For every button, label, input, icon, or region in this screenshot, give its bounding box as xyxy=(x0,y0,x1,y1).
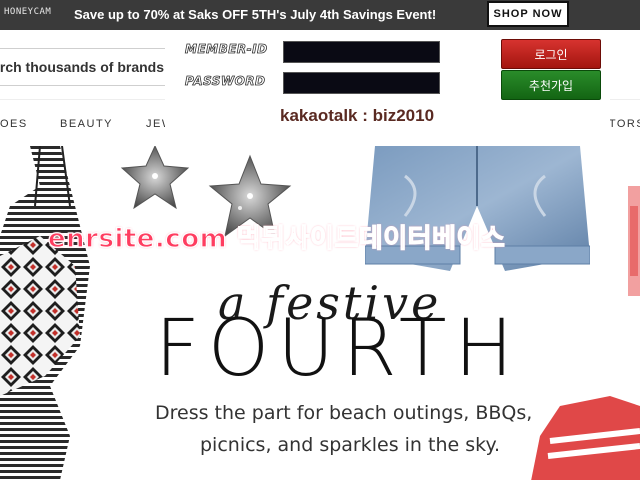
hero-subline-2: picnics, and sparkles in the sky. xyxy=(200,434,501,456)
hero-headline: FOURTH xyxy=(155,304,522,394)
nav-item-beauty[interactable]: BEAUTY xyxy=(60,118,113,130)
site-watermark-overlay: enrsite.com 먹튀사이트데이터베이스 xyxy=(47,223,506,254)
search-input-text: rch thousands of brands xyxy=(0,59,164,75)
password-field[interactable] xyxy=(283,72,440,94)
promo-text[interactable]: Save up to 70% at Saks OFF 5TH's July 4t… xyxy=(74,7,436,22)
promo-banner: HONEYCAM Save up to 70% at Saks OFF 5TH'… xyxy=(0,0,640,30)
shop-now-button[interactable]: SHOP NOW xyxy=(487,1,569,27)
denim-shorts-image xyxy=(365,146,590,271)
search-input[interactable]: rch thousands of brands xyxy=(0,48,185,86)
red-tshirt-image xyxy=(531,396,640,480)
member-id-field[interactable] xyxy=(283,41,440,63)
hero-subline-1: Dress the part for beach outings, BBQs, xyxy=(155,402,533,424)
honeycam-watermark: HONEYCAM xyxy=(4,7,52,17)
login-button[interactable]: 로그인 xyxy=(501,39,601,69)
login-panel: MEMBER-ID PASSWORD 로그인 추천가입 kakaotalk : … xyxy=(165,36,610,134)
member-id-label: MEMBER-ID xyxy=(185,42,268,57)
nav-item-shoes[interactable]: OES xyxy=(0,118,28,130)
password-label: PASSWORD xyxy=(185,74,266,89)
kakaotalk-contact: kakaotalk : biz2010 xyxy=(280,106,435,125)
page: HONEYCAM Save up to 70% at Saks OFF 5TH'… xyxy=(0,0,640,480)
pink-product-edge xyxy=(628,186,640,296)
hero-banner[interactable]: enrsite.com 먹튀사이트데이터베이스 a festive FOURTH… xyxy=(0,146,640,480)
nav-item-jewelry[interactable]: JEWELRY xyxy=(146,118,166,130)
join-button[interactable]: 추천가입 xyxy=(501,70,601,100)
swimsuit-image xyxy=(0,146,90,480)
